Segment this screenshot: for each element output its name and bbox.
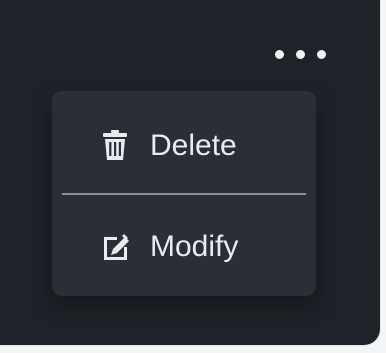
more-options-dot (316, 49, 326, 59)
card-panel: Delete Modify (0, 0, 380, 345)
delete-menu-item[interactable]: Delete (52, 96, 316, 196)
trash-icon (96, 127, 134, 165)
modify-menu-item[interactable]: Modify (52, 197, 316, 296)
more-options-button[interactable] (264, 40, 336, 68)
modify-label: Modify (150, 230, 239, 263)
delete-label: Delete (150, 129, 237, 162)
more-options-dot (274, 49, 284, 59)
edit-icon (96, 228, 134, 266)
context-menu: Delete Modify (52, 91, 316, 296)
more-options-dot (295, 49, 305, 59)
menu-divider (62, 193, 306, 195)
